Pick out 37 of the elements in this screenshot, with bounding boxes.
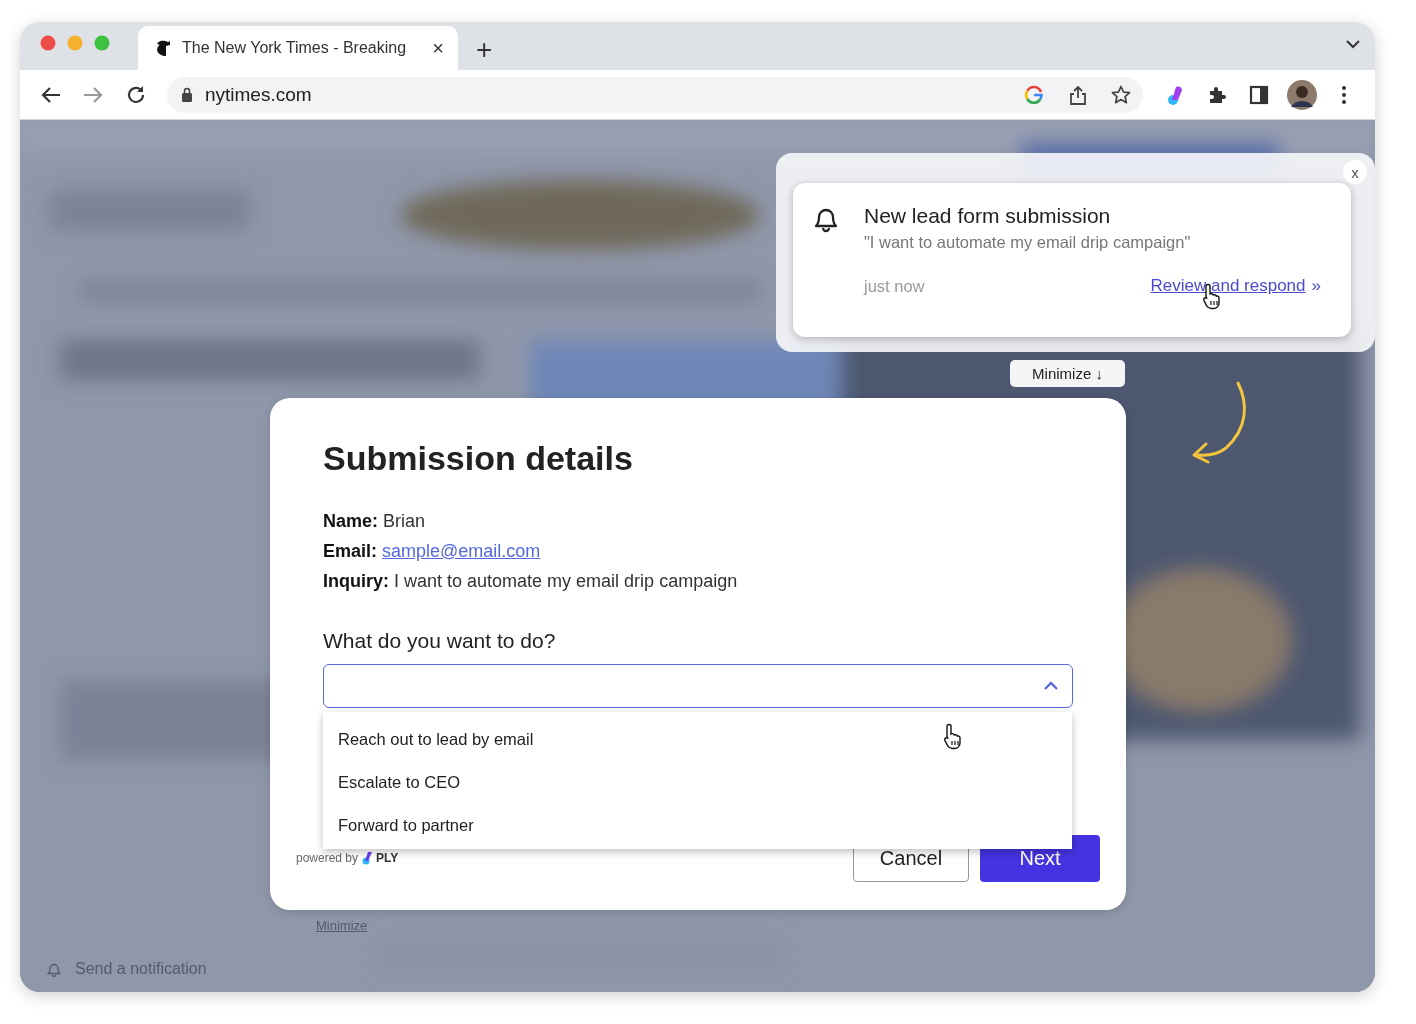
timestamp: just now [864, 276, 925, 296]
select-field[interactable] [323, 664, 1073, 708]
star-icon[interactable] [1111, 84, 1132, 105]
notification-message: "I want to automate my email drip campaign" [864, 232, 1192, 253]
extension-icon[interactable] [1166, 83, 1183, 106]
modal-title: Submission details [323, 438, 634, 479]
powered-by-text: powered by [296, 850, 359, 865]
browser-tab[interactable]: The New York Times - Breaking × [138, 26, 458, 70]
detail-line: Name: Brian [323, 510, 427, 533]
new-tab-button[interactable]: + [476, 36, 493, 64]
url-text: nytimes.com [204, 83, 313, 106]
lock-icon [180, 87, 193, 102]
menu-icon[interactable] [1340, 84, 1347, 105]
site-logo-icon [156, 39, 172, 57]
chevron-text: » [1311, 276, 1321, 296]
review-link[interactable]: Review and respond [1150, 276, 1306, 296]
brand-name: PLY [376, 850, 399, 865]
avatar-icon[interactable] [1286, 79, 1317, 110]
forward-icon[interactable] [82, 84, 105, 105]
share-icon[interactable] [1068, 84, 1087, 105]
tab-close-button[interactable]: × [432, 36, 444, 60]
question-label: What do you want to do? [323, 628, 557, 654]
detail-line: Inquiry: I want to automate my email drip campaign [323, 570, 739, 593]
dropdown-option[interactable]: Reach out to lead by email [323, 718, 1072, 761]
email-link[interactable]: sample@email.com [382, 541, 541, 561]
close-window-icon[interactable] [40, 35, 56, 51]
minimize-button[interactable]: Minimize ↓ [1010, 360, 1125, 387]
tab-title: The New York Times - Breaking [182, 39, 408, 57]
google-icon[interactable] [1024, 84, 1045, 105]
brand-logo-icon [362, 850, 373, 865]
notification-title: New lead form submission [864, 203, 1112, 229]
back-icon[interactable] [40, 84, 63, 105]
chevron-down-icon[interactable] [1345, 38, 1361, 50]
side-panel-icon[interactable] [1249, 84, 1270, 105]
dropdown-option[interactable]: Escalate to CEO [323, 761, 1072, 804]
detail-line: Email: sample@email.com [323, 540, 542, 563]
address-bar[interactable]: nytimes.com [166, 76, 1144, 113]
